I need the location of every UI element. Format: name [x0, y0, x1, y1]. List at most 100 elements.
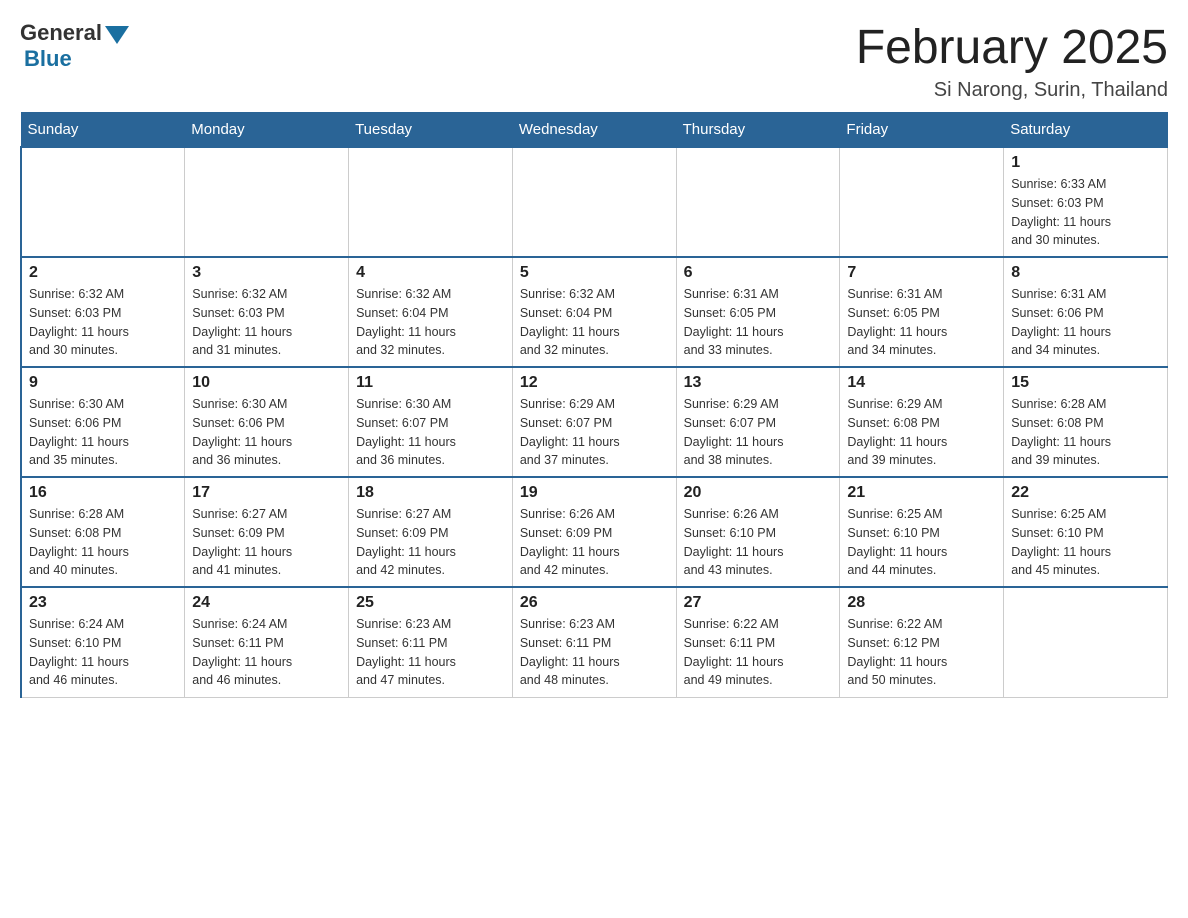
- day-number: 12: [520, 374, 669, 392]
- day-info: Sunrise: 6:28 AM Sunset: 6:08 PM Dayligh…: [1011, 395, 1160, 470]
- calendar-cell: 3 Sunrise: 6:32 AM Sunset: 6:03 PM Daylig…: [185, 257, 349, 367]
- calendar-cell: 9Sunrise: 6:30 AM Sunset: 6:06 PM Daylig…: [21, 367, 185, 477]
- day-info: Sunrise: 6:25 AM Sunset: 6:10 PM Dayligh…: [1011, 505, 1160, 580]
- calendar-cell: 13 Sunrise: 6:29 AM Sunset: 6:07 PM Dayli…: [676, 367, 840, 477]
- day-number: 28: [847, 594, 996, 612]
- day-info: Sunrise: 6:24 AM Sunset: 6:10 PM Dayligh…: [29, 615, 177, 690]
- calendar-cell: 15 Sunrise: 6:28 AM Sunset: 6:08 PM Dayli…: [1004, 367, 1168, 477]
- calendar-cell: [349, 147, 513, 257]
- day-number: 23: [29, 594, 177, 612]
- day-info: Sunrise: 6:29 AM Sunset: 6:08 PM Dayligh…: [847, 395, 996, 470]
- day-info: Sunrise: 6:29 AM Sunset: 6:07 PM Dayligh…: [520, 395, 669, 470]
- calendar-cell: 10 Sunrise: 6:30 AM Sunset: 6:06 PM Dayli…: [185, 367, 349, 477]
- calendar-cell: 5 Sunrise: 6:32 AM Sunset: 6:04 PM Daylig…: [512, 257, 676, 367]
- day-info: Sunrise: 6:27 AM Sunset: 6:09 PM Dayligh…: [356, 505, 505, 580]
- day-info: Sunrise: 6:26 AM Sunset: 6:09 PM Dayligh…: [520, 505, 669, 580]
- calendar-cell: 24 Sunrise: 6:24 AM Sunset: 6:11 PM Dayli…: [185, 587, 349, 697]
- column-header-saturday: Saturday: [1004, 113, 1168, 148]
- calendar-cell: 7Sunrise: 6:31 AM Sunset: 6:05 PM Daylig…: [840, 257, 1004, 367]
- day-number: 5: [520, 264, 669, 282]
- logo: General Blue: [20, 20, 129, 72]
- day-info: Sunrise: 6:26 AM Sunset: 6:10 PM Dayligh…: [684, 505, 833, 580]
- day-number: 24: [192, 594, 341, 612]
- calendar-cell: 18 Sunrise: 6:27 AM Sunset: 6:09 PM Dayli…: [349, 477, 513, 587]
- day-number: 10: [192, 374, 341, 392]
- calendar-cell: 11 Sunrise: 6:30 AM Sunset: 6:07 PM Dayli…: [349, 367, 513, 477]
- day-info: Sunrise: 6:32 AM Sunset: 6:03 PM Dayligh…: [29, 285, 177, 360]
- calendar-table: SundayMondayTuesdayWednesdayThursdayFrid…: [20, 112, 1168, 698]
- week-row-1: 1 Sunrise: 6:33 AM Sunset: 6:03 PM Daylig…: [21, 147, 1168, 257]
- day-number: 13: [684, 374, 833, 392]
- day-number: 17: [192, 484, 341, 502]
- week-row-5: 23 Sunrise: 6:24 AM Sunset: 6:10 PM Dayli…: [21, 587, 1168, 697]
- calendar-cell: 16 Sunrise: 6:28 AM Sunset: 6:08 PM Dayli…: [21, 477, 185, 587]
- day-number: 18: [356, 484, 505, 502]
- column-header-sunday: Sunday: [21, 113, 185, 148]
- column-header-thursday: Thursday: [676, 113, 840, 148]
- day-info: Sunrise: 6:22 AM Sunset: 6:11 PM Dayligh…: [684, 615, 833, 690]
- calendar-cell: [21, 147, 185, 257]
- day-info: Sunrise: 6:22 AM Sunset: 6:12 PM Dayligh…: [847, 615, 996, 690]
- day-number: 26: [520, 594, 669, 612]
- day-info: Sunrise: 6:29 AM Sunset: 6:07 PM Dayligh…: [684, 395, 833, 470]
- calendar-cell: 14Sunrise: 6:29 AM Sunset: 6:08 PM Dayli…: [840, 367, 1004, 477]
- calendar-cell: 17 Sunrise: 6:27 AM Sunset: 6:09 PM Dayli…: [185, 477, 349, 587]
- calendar-cell: [185, 147, 349, 257]
- day-number: 6: [684, 264, 833, 282]
- calendar-cell: 12 Sunrise: 6:29 AM Sunset: 6:07 PM Dayli…: [512, 367, 676, 477]
- calendar-cell: [1004, 587, 1168, 697]
- day-number: 20: [684, 484, 833, 502]
- day-info: Sunrise: 6:27 AM Sunset: 6:09 PM Dayligh…: [192, 505, 341, 580]
- day-number: 16: [29, 484, 177, 502]
- column-header-friday: Friday: [840, 113, 1004, 148]
- day-info: Sunrise: 6:32 AM Sunset: 6:04 PM Dayligh…: [520, 285, 669, 360]
- calendar-cell: 28 Sunrise: 6:22 AM Sunset: 6:12 PM Dayli…: [840, 587, 1004, 697]
- calendar-cell: 22 Sunrise: 6:25 AM Sunset: 6:10 PM Dayli…: [1004, 477, 1168, 587]
- day-number: 2: [29, 264, 177, 282]
- day-number: 21: [847, 484, 996, 502]
- day-info: Sunrise: 6:30 AM Sunset: 6:07 PM Dayligh…: [356, 395, 505, 470]
- day-info: Sunrise: 6:31 AM Sunset: 6:05 PM Dayligh…: [684, 285, 833, 360]
- day-number: 3: [192, 264, 341, 282]
- calendar-cell: [840, 147, 1004, 257]
- day-info: Sunrise: 6:23 AM Sunset: 6:11 PM Dayligh…: [520, 615, 669, 690]
- column-header-monday: Monday: [185, 113, 349, 148]
- week-row-3: 9 Sunrise: 6:30 AM Sunset: 6:06 PM Daylig…: [21, 367, 1168, 477]
- title-section: February 2025 Si Narong, Surin, Thailand: [856, 20, 1168, 102]
- logo-arrow-icon: [105, 26, 129, 44]
- week-row-2: 2 Sunrise: 6:32 AM Sunset: 6:03 PM Daylig…: [21, 257, 1168, 367]
- day-info: Sunrise: 6:24 AM Sunset: 6:11 PM Dayligh…: [192, 615, 341, 690]
- month-title: February 2025: [856, 20, 1168, 75]
- day-number: 19: [520, 484, 669, 502]
- calendar-cell: 4Sunrise: 6:32 AM Sunset: 6:04 PM Daylig…: [349, 257, 513, 367]
- calendar-cell: [676, 147, 840, 257]
- day-info: Sunrise: 6:23 AM Sunset: 6:11 PM Dayligh…: [356, 615, 505, 690]
- calendar-cell: 19 Sunrise: 6:26 AM Sunset: 6:09 PM Dayli…: [512, 477, 676, 587]
- day-number: 4: [356, 264, 505, 282]
- logo-blue-text: Blue: [24, 46, 72, 72]
- day-number: 15: [1011, 374, 1160, 392]
- calendar-cell: 21Sunrise: 6:25 AM Sunset: 6:10 PM Dayli…: [840, 477, 1004, 587]
- day-number: 1: [1011, 154, 1160, 172]
- day-info: Sunrise: 6:30 AM Sunset: 6:06 PM Dayligh…: [192, 395, 341, 470]
- day-number: 11: [356, 374, 505, 392]
- day-number: 22: [1011, 484, 1160, 502]
- calendar-cell: 2 Sunrise: 6:32 AM Sunset: 6:03 PM Daylig…: [21, 257, 185, 367]
- column-header-wednesday: Wednesday: [512, 113, 676, 148]
- day-info: Sunrise: 6:32 AM Sunset: 6:03 PM Dayligh…: [192, 285, 341, 360]
- day-number: 9: [29, 374, 177, 392]
- calendar-cell: 1 Sunrise: 6:33 AM Sunset: 6:03 PM Daylig…: [1004, 147, 1168, 257]
- day-number: 25: [356, 594, 505, 612]
- column-header-tuesday: Tuesday: [349, 113, 513, 148]
- day-info: Sunrise: 6:31 AM Sunset: 6:06 PM Dayligh…: [1011, 285, 1160, 360]
- day-info: Sunrise: 6:28 AM Sunset: 6:08 PM Dayligh…: [29, 505, 177, 580]
- day-info: Sunrise: 6:33 AM Sunset: 6:03 PM Dayligh…: [1011, 175, 1160, 250]
- day-number: 27: [684, 594, 833, 612]
- calendar-cell: 26 Sunrise: 6:23 AM Sunset: 6:11 PM Dayli…: [512, 587, 676, 697]
- week-row-4: 16 Sunrise: 6:28 AM Sunset: 6:08 PM Dayli…: [21, 477, 1168, 587]
- calendar-cell: 23 Sunrise: 6:24 AM Sunset: 6:10 PM Dayli…: [21, 587, 185, 697]
- page-header: General Blue February 2025 Si Narong, Su…: [20, 20, 1168, 102]
- day-number: 8: [1011, 264, 1160, 282]
- calendar-header-row: SundayMondayTuesdayWednesdayThursdayFrid…: [21, 113, 1168, 148]
- calendar-cell: 20 Sunrise: 6:26 AM Sunset: 6:10 PM Dayli…: [676, 477, 840, 587]
